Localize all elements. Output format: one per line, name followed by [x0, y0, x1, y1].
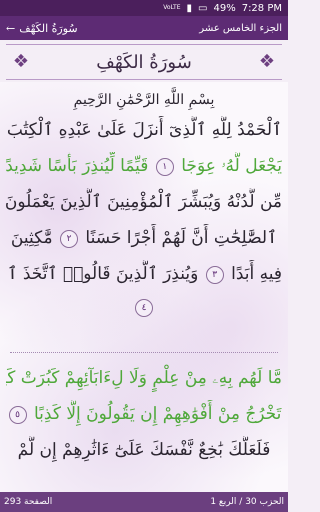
- ayah-number-marker: ٢: [60, 229, 79, 248]
- battery-icon: ▭: [198, 2, 208, 14]
- ornament-icon: ❖: [12, 51, 30, 72]
- clock: 7:28 PM: [241, 2, 282, 14]
- battery-percent: 49%: [213, 2, 236, 14]
- network-indicator: VoLTE: [163, 4, 181, 11]
- verse-line[interactable]: مِّن لَّدُنْهُ وَيُبَشِّرَ ٱلْمُؤْمِنِين…: [6, 188, 282, 216]
- footer-bar: الصفحة 293 الحزب 30 / الربع 1: [0, 492, 288, 512]
- verse-line[interactable]: يَجْعَل لَّهُۥ عِوَجَا ١ قَيِّمًا لِّيُن…: [6, 152, 282, 180]
- verse-text: وَيُنذِرَ ٱلَّذِينَ قَالُوا۟ ٱتَّخَذَ ٱل…: [6, 264, 199, 284]
- ayah-number-marker: ٤: [135, 298, 153, 317]
- verse-line[interactable]: تَخْرُجُ مِنْ أَفْوَٰهِهِمْ إِن يَقُولُو…: [6, 400, 282, 428]
- divider: [10, 352, 278, 353]
- app-bar: ← سُورَةُ الكَهْف الجزء الخامس عشر: [0, 16, 288, 40]
- verse-line: ٤: [6, 296, 282, 318]
- hizb-indicator: الحزب 30 / الربع 1: [210, 497, 284, 507]
- verse-text: مَّٰكِثِينَ: [10, 228, 53, 248]
- verse-text: قَيِّمًا لِّيُنذِرَ بَأْسًا شَدِيدًا: [6, 156, 149, 176]
- ayah-number-marker: ٣: [205, 265, 224, 284]
- page-number: الصفحة 293: [4, 497, 53, 507]
- ayah-number-marker: ١: [155, 157, 174, 176]
- verse-text: يَجْعَل لَّهُۥ عِوَجَا: [181, 156, 282, 176]
- verse-text: تَخْرُجُ مِنْ أَفْوَٰهِهِمْ إِن يَقُولُو…: [34, 404, 282, 424]
- verse-text: فِيهِ أَبَدًا: [231, 264, 282, 284]
- verse-line[interactable]: ٱلصَّٰلِحَٰتِ أَنَّ لَهُمْ أَجْرًا حَسَن…: [6, 224, 282, 252]
- ayah-number-marker: ٥: [8, 405, 27, 424]
- juz-label: الجزء الخامس عشر: [199, 22, 282, 34]
- ornament-icon: ❖: [258, 51, 276, 72]
- back-arrow-icon: ←: [6, 21, 16, 35]
- signal-icon: ▮: [186, 2, 193, 14]
- verse-line[interactable]: ٱلْحَمْدُ لِلَّهِ ٱلَّذِىٓ أَنزَلَ عَلَى…: [6, 116, 282, 144]
- verse-line[interactable]: فَلَعَلَّكَ بَٰخِعٌ نَّفْسَكَ عَلَىٰٓ ءَ…: [6, 436, 282, 464]
- status-bar: VoLTE ▮ ▭ 49% 7:28 PM: [0, 0, 288, 16]
- verse-text: فَلَعَلَّكَ بَٰخِعٌ نَّفْسَكَ عَلَىٰٓ ءَ…: [17, 440, 271, 460]
- back-button[interactable]: ← سُورَةُ الكَهْف: [6, 22, 78, 35]
- surah-name-label: سُورَةُ الكَهْف: [19, 21, 78, 35]
- surah-header: ❖ سُورَةُ الكَهْفِ ❖: [6, 44, 282, 80]
- verse-text: ٱلصَّٰلِحَٰتِ أَنَّ لَهُمْ أَجْرًا حَسَن…: [85, 228, 278, 248]
- mushaf-page[interactable]: بِسْمِ اللَّهِ الرَّحْمَٰنِ الرَّحِيمِ ٱ…: [0, 82, 288, 492]
- basmala: بِسْمِ اللَّهِ الرَّحْمَٰنِ الرَّحِيمِ: [73, 92, 215, 108]
- verse-line[interactable]: فِيهِ أَبَدًا ٣ وَيُنذِرَ ٱلَّذِينَ قَال…: [6, 260, 282, 288]
- surah-title: سُورَةُ الكَهْفِ: [96, 51, 192, 73]
- verse-line[interactable]: مَّا لَهُم بِهِۦ مِنْ عِلْمٍ وَلَا لِءَا…: [6, 364, 282, 392]
